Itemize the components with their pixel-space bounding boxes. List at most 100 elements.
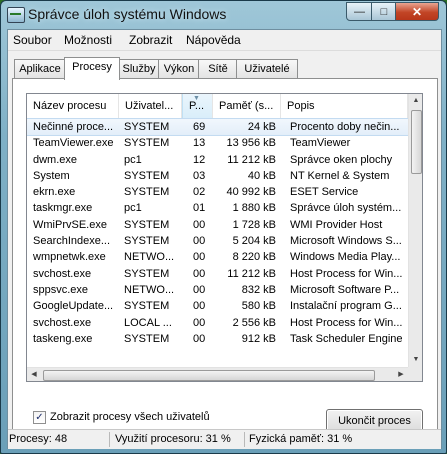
row-memory: 40 992 kB	[226, 186, 276, 199]
scroll-left-icon[interactable]: ◀	[27, 368, 41, 381]
horizontal-scrollbar[interactable]: ◀ ▶	[27, 367, 408, 381]
table-row[interactable]: sppsvc.exe NETWO... 00 832 kB Microsoft Soft…	[27, 282, 408, 298]
row-process-name: Nečinné proce...	[33, 121, 114, 133]
row-cpu: 00	[193, 251, 206, 264]
client-area: Soubor Možnosti Zobrazit Nápověda Aplika…	[7, 29, 442, 449]
scroll-corner	[408, 367, 422, 381]
row-memory: 1 728 kB	[232, 218, 276, 231]
row-process-name: TeamViewer.exe	[33, 137, 114, 150]
show-all-users-checkbox[interactable]: ✓	[33, 411, 46, 424]
checkmark-icon: ✓	[35, 412, 44, 423]
tab-uzivatele[interactable]: Uživatelé	[236, 59, 298, 78]
table-row[interactable]: System SYSTEM 03 40 kB NT Kernel & System	[27, 168, 408, 184]
tab-procesy[interactable]: Procesy	[64, 57, 120, 80]
row-memory: 912 kB	[241, 332, 276, 345]
column-header-name[interactable]: Název procesu	[27, 94, 119, 118]
column-header-description[interactable]: Popis	[281, 94, 408, 118]
scroll-up-icon[interactable]: ▲	[409, 94, 422, 108]
row-cpu: 02	[193, 186, 206, 199]
row-process-name: SearchIndexe...	[33, 235, 111, 248]
row-memory: 8 220 kB	[232, 251, 276, 264]
table-row[interactable]: GoogleUpdate... SYSTEM 00 580 kB Instalační …	[27, 298, 408, 314]
menu-zobrazit[interactable]: Zobrazit	[129, 33, 172, 47]
row-memory: 24 kB	[247, 121, 276, 133]
row-description: Procento doby nečin...	[290, 121, 400, 133]
row-user: SYSTEM	[124, 332, 170, 345]
row-process-name: svchost.exe	[33, 267, 92, 280]
table-row[interactable]: WmiPrvSE.exe SYSTEM 00 1 728 kB WMI Provider…	[27, 217, 408, 233]
row-user: pc1	[124, 153, 142, 166]
table-row[interactable]: SearchIndexe... SYSTEM 00 5 204 kB Microsoft…	[27, 233, 408, 249]
row-user: NETWO...	[124, 251, 175, 264]
status-bar: Procesy: 48 Využití procesoru: 31 % Fyzi…	[8, 429, 441, 449]
row-description: Microsoft Windows S...	[290, 235, 402, 248]
row-cpu: 00	[193, 235, 206, 248]
row-user: SYSTEM	[124, 218, 170, 231]
table-row[interactable]: svchost.exe LOCAL ... 00 2 556 kB Host Proce…	[27, 315, 408, 331]
tab-strip: Aplikace Procesy Služby Výkon Sítě Uživa…	[14, 57, 434, 80]
row-cpu: 03	[193, 169, 206, 182]
table-row[interactable]: taskeng.exe SYSTEM 00 912 kB Task Scheduler …	[27, 331, 408, 347]
table-row[interactable]: svchost.exe SYSTEM 00 11 212 kB Host Process…	[27, 266, 408, 282]
process-list[interactable]: Název procesu Uživatel... ▼ P... Paměť (…	[26, 93, 423, 382]
scroll-down-icon[interactable]: ▼	[409, 353, 422, 367]
minimize-button[interactable]: —	[346, 2, 373, 21]
row-user: SYSTEM	[124, 186, 170, 199]
row-user: NETWO...	[124, 283, 175, 296]
column-header-user[interactable]: Uživatel...	[119, 94, 182, 118]
column-header-cpu[interactable]: ▼ P...	[182, 94, 213, 118]
horizontal-scroll-thumb[interactable]	[43, 370, 375, 381]
table-row[interactable]: TeamViewer.exe SYSTEM 13 13 956 kB TeamViewe…	[27, 135, 408, 151]
row-description: Host Process for Win...	[290, 267, 403, 280]
row-description: Windows Media Play...	[290, 251, 401, 264]
row-user: SYSTEM	[124, 169, 170, 182]
row-cpu: 13	[193, 137, 206, 150]
row-description: Host Process for Win...	[290, 316, 403, 329]
minimize-icon: —	[354, 5, 365, 18]
row-cpu: 00	[193, 316, 206, 329]
title-bar[interactable]: Správce úloh systému Windows — □ ✕	[1, 1, 446, 29]
row-process-name: System	[33, 169, 70, 182]
table-row[interactable]: taskmgr.exe pc1 01 1 880 kB Správce úloh sys…	[27, 200, 408, 216]
column-header-memory[interactable]: Paměť (s...	[213, 94, 281, 118]
table-row[interactable]: dwm.exe pc1 12 11 212 kB Správce oken plochy	[27, 152, 408, 168]
row-cpu: 00	[193, 332, 206, 345]
tab-site[interactable]: Sítě	[198, 59, 238, 78]
row-user: SYSTEM	[124, 267, 170, 280]
row-description: NT Kernel & System	[290, 169, 390, 182]
tab-sluzby[interactable]: Služby	[118, 59, 160, 78]
status-processes: Procesy: 48	[9, 433, 68, 445]
row-description: Task Scheduler Engine	[290, 332, 403, 345]
close-button[interactable]: ✕	[395, 2, 439, 21]
row-cpu: 00	[193, 218, 206, 231]
tab-aplikace[interactable]: Aplikace	[14, 59, 66, 78]
row-cpu: 00	[193, 300, 206, 313]
row-user: SYSTEM	[124, 235, 170, 248]
table-row[interactable]: Nečinné proce... SYSTEM 69 24 kB Procento do…	[27, 117, 409, 137]
row-memory: 1 880 kB	[232, 202, 276, 215]
row-memory: 832 kB	[241, 283, 276, 296]
row-user: SYSTEM	[124, 137, 170, 150]
vertical-scrollbar[interactable]: ▲ ▼	[408, 94, 422, 367]
row-user: pc1	[124, 202, 142, 215]
table-row[interactable]: wmpnetwk.exe NETWO... 00 8 220 kB Windows Me…	[27, 249, 408, 265]
menu-soubor[interactable]: Soubor	[13, 33, 52, 47]
table-row[interactable]: ekrn.exe SYSTEM 02 40 992 kB ESET Service	[27, 184, 408, 200]
show-all-users-label[interactable]: Zobrazit procesy všech uživatelů	[50, 411, 210, 423]
maximize-button[interactable]: □	[371, 2, 397, 21]
processes-panel: Název procesu Uživatel... ▼ P... Paměť (…	[12, 78, 438, 448]
status-separator	[109, 432, 110, 447]
vertical-scroll-thumb[interactable]	[411, 110, 422, 174]
row-description: Instalační program G...	[290, 300, 402, 313]
menu-bar: Soubor Možnosti Zobrazit Nápověda	[8, 30, 441, 51]
row-description: Správce úloh systém...	[290, 202, 402, 215]
row-memory: 580 kB	[241, 300, 276, 313]
scroll-right-icon[interactable]: ▶	[394, 368, 408, 381]
row-process-name: svchost.exe	[33, 316, 92, 329]
row-process-name: GoogleUpdate...	[33, 300, 114, 313]
menu-napoveda[interactable]: Nápověda	[186, 33, 241, 47]
tab-vykon[interactable]: Výkon	[158, 59, 200, 78]
row-user: SYSTEM	[124, 300, 170, 313]
row-cpu: 00	[193, 283, 206, 296]
menu-moznosti[interactable]: Možnosti	[64, 33, 112, 47]
